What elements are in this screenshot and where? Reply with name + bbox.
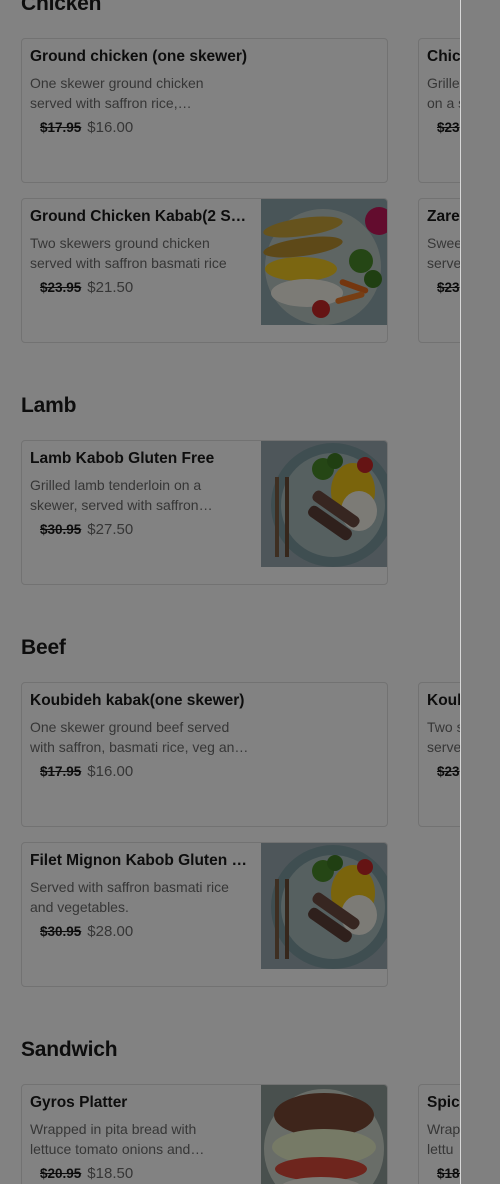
menu-page: Chicken Ground chicken (one skewer) One …	[0, 0, 500, 1184]
side-panel-edge	[460, 0, 461, 1184]
modal-backdrop[interactable]	[0, 0, 500, 1184]
